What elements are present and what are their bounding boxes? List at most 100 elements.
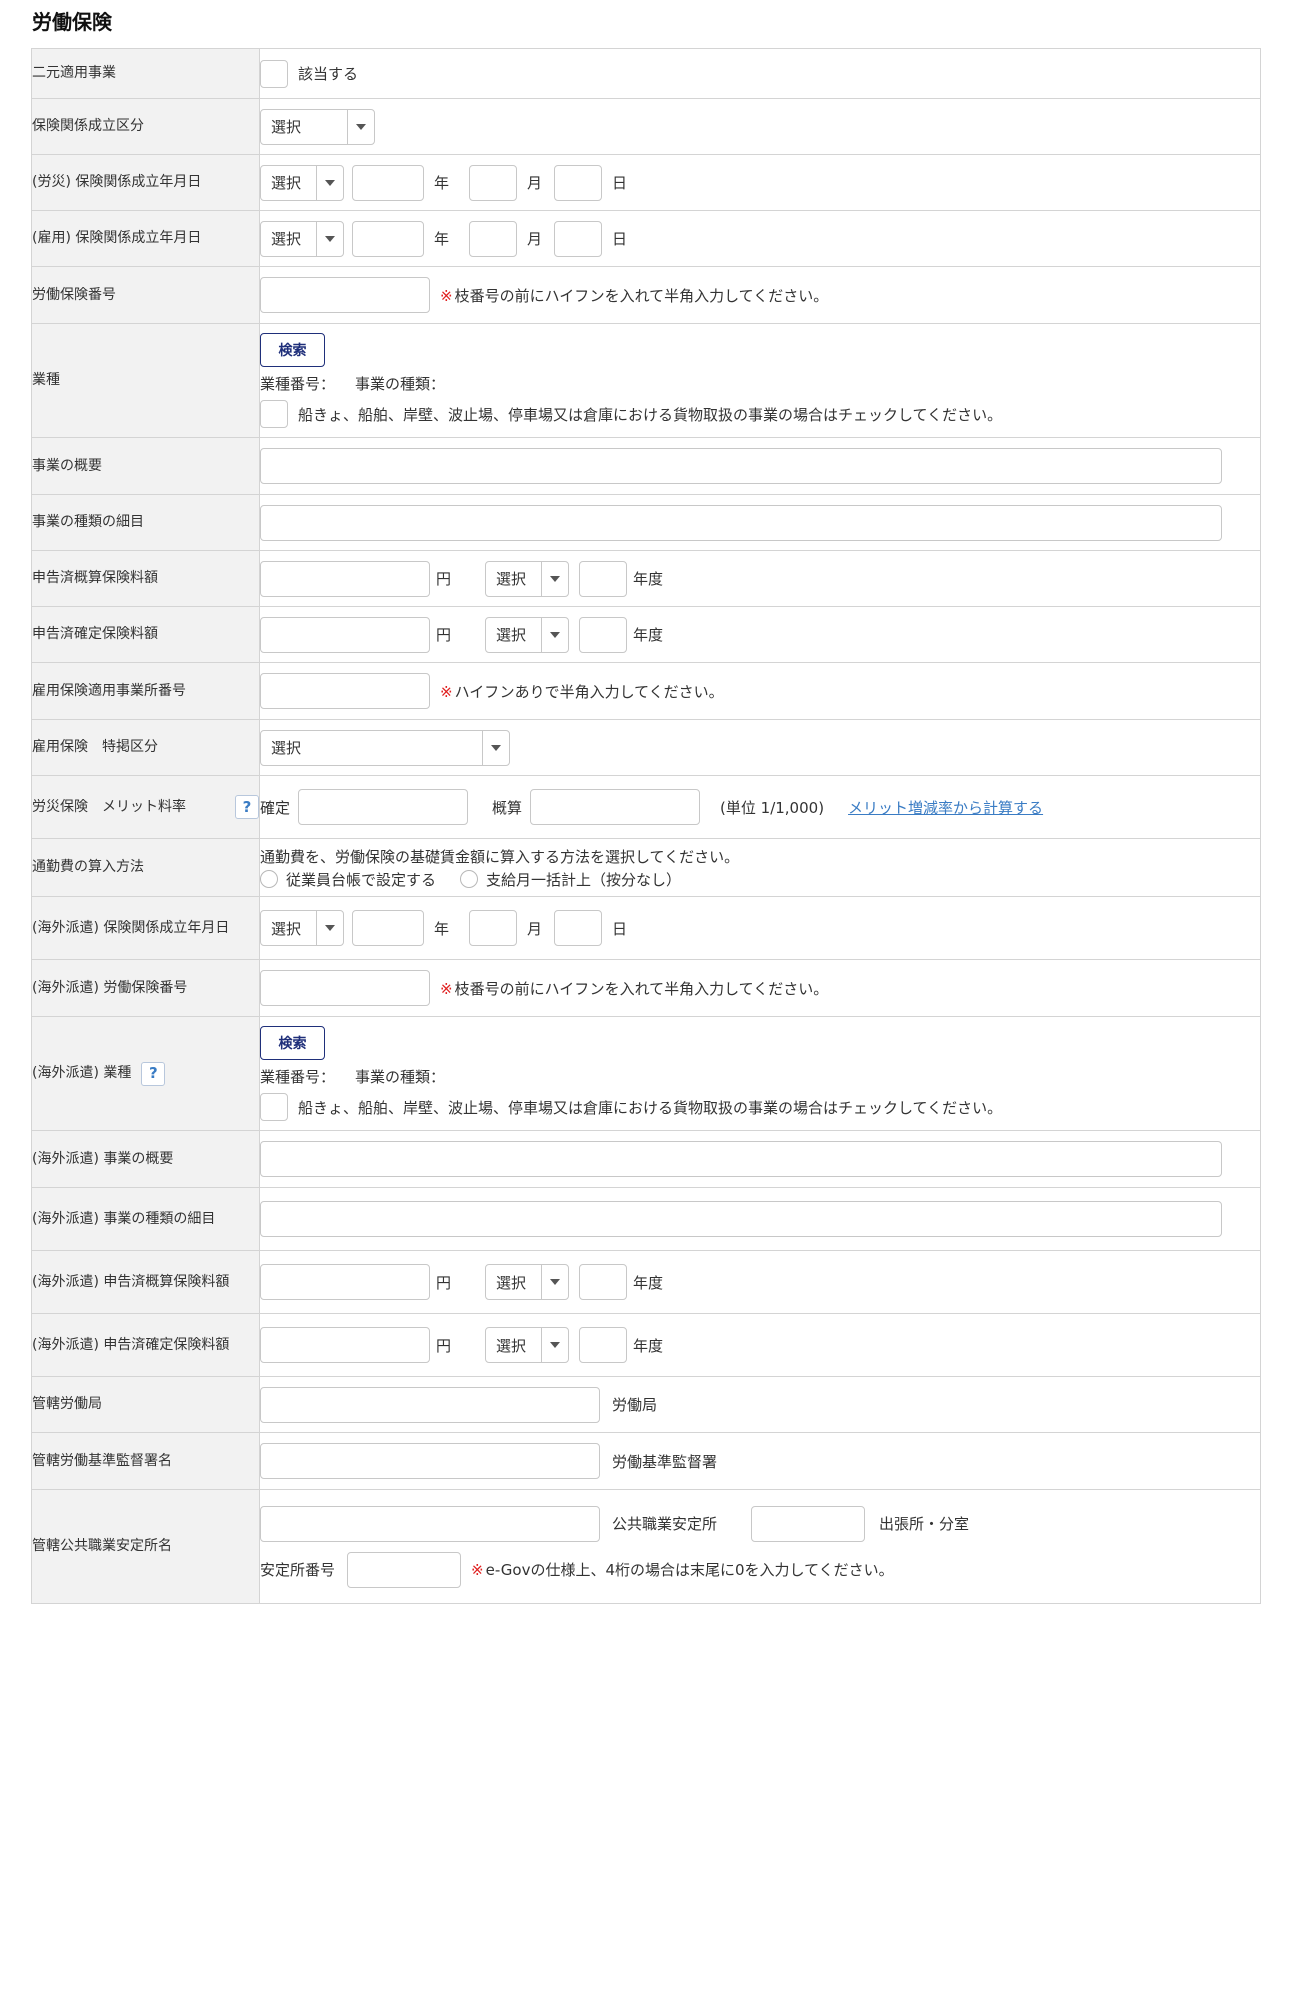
merit-unit: (単位 1/1,000): [720, 798, 825, 817]
business-kind-detail-input[interactable]: [260, 504, 1222, 541]
abroad-confirmed-premium-era-select[interactable]: 選択: [485, 1327, 570, 1363]
chevron-down-icon: [482, 730, 509, 765]
row-label: (海外派遣) 保険関係成立年月日: [31, 896, 260, 960]
merit-estimated-label: 概算: [492, 798, 523, 817]
abroad-labor-insurance-number-input[interactable]: [260, 970, 430, 1006]
row-establishment-class: 保険関係成立区分 選択: [31, 98, 1261, 155]
abroad-cargo-handling-checkbox-label: 船きょ、船舶、岸壁、波止場、停車場又は倉庫における貨物取扱の事業の場合はチェック…: [298, 1098, 1003, 1117]
help-icon[interactable]: ?: [141, 1061, 166, 1086]
month-unit: 月: [527, 174, 543, 192]
koyou-year-input[interactable]: [352, 220, 424, 257]
labor-bureau-input[interactable]: [260, 1386, 600, 1423]
row-label: 管轄公共職業安定所名: [31, 1489, 260, 1604]
yen-unit: 円: [436, 570, 452, 588]
year-unit: 年: [434, 919, 450, 938]
chevron-down-icon: [541, 617, 568, 652]
cargo-handling-checkbox[interactable]: [260, 400, 288, 428]
merit-confirmed-input[interactable]: [298, 789, 469, 825]
commute-option-ledger-radio[interactable]: [260, 870, 278, 888]
fiscal-year-unit: 年度: [633, 626, 664, 644]
help-icon[interactable]: ?: [235, 795, 259, 819]
office-number-input[interactable]: [347, 1551, 462, 1588]
abroad-day-input[interactable]: [554, 910, 603, 946]
row-label: 労災保険 メリット料率: [32, 798, 186, 815]
employment-security-office-input[interactable]: [260, 1505, 600, 1542]
abroad-confirmed-premium-input[interactable]: [260, 1327, 430, 1363]
business-kind-label: 事業の種類：: [355, 1068, 446, 1086]
confirmed-premium-year-input[interactable]: [579, 616, 628, 653]
row-labor-insurance-number: 労働保険番号 ※ 枝番号の前にハイフンを入れて半角入力してください。: [31, 266, 1261, 324]
merit-calc-link[interactable]: メリット増減率から計算する: [848, 797, 1043, 818]
row-label: (海外派遣) 労働保険番号: [31, 959, 260, 1017]
row-label: (海外派遣) 申告済概算保険料額: [31, 1250, 260, 1314]
row-confirmed-premium: 申告済確定保険料額 円 選択 年度: [31, 606, 1261, 663]
fiscal-year-unit: 年度: [633, 1273, 664, 1292]
koyou-day-input[interactable]: [554, 220, 603, 257]
labor-bureau-suffix: 労働局: [612, 1396, 658, 1414]
estimated-premium-input[interactable]: [260, 560, 430, 597]
industry-search-button[interactable]: 検索: [260, 333, 325, 367]
chevron-down-icon: [316, 911, 343, 945]
abroad-business-overview-input[interactable]: [260, 1141, 1222, 1177]
employment-security-office-suffix: 公共職業安定所: [612, 1515, 718, 1533]
commute-method-description: 通勤費を、労働保険の基礎賃金額に算入する方法を選択してください。: [260, 847, 740, 866]
abroad-estimated-premium-era-select[interactable]: 選択: [485, 1264, 570, 1300]
rousai-era-select[interactable]: 選択: [260, 164, 344, 201]
row-merit-rate: 労災保険 メリット料率 ? 確定 概算 (単位 1/1,000) メリット増減率…: [31, 775, 1261, 839]
estimated-premium-year-input[interactable]: [579, 560, 628, 597]
labor-inspection-office-input[interactable]: [260, 1443, 600, 1479]
abroad-confirmed-premium-year-input[interactable]: [579, 1327, 628, 1363]
row-label: 申告済確定保険料額: [31, 606, 260, 663]
estimated-premium-era-select[interactable]: 選択: [485, 560, 570, 597]
abroad-cargo-handling-checkbox[interactable]: [260, 1093, 288, 1121]
business-overview-input[interactable]: [260, 448, 1222, 484]
abroad-estimated-premium-year-input[interactable]: [579, 1264, 628, 1300]
yen-unit: 円: [436, 1273, 452, 1292]
abroad-year-input[interactable]: [352, 910, 424, 946]
row-abroad-labor-insurance-number: (海外派遣) 労働保険番号 ※ 枝番号の前にハイフンを入れて半角入力してください。: [31, 959, 1261, 1017]
row-rousai-establishment-date: (労災) 保険関係成立年月日 選択 年 月 日: [31, 154, 1261, 211]
labor-insurance-number-note: ※ 枝番号の前にハイフンを入れて半角入力してください。: [440, 286, 829, 305]
year-unit: 年: [434, 230, 450, 248]
merit-confirmed-label: 確定: [260, 798, 291, 817]
establishment-class-select[interactable]: 選択: [260, 108, 375, 145]
office-number-label: 安定所番号: [260, 1561, 336, 1579]
commute-option-lumpsum-radio[interactable]: [460, 870, 479, 888]
row-label: (雇用) 保険関係成立年月日: [31, 210, 260, 267]
commute-option-lumpsum-label: 支給月一括計上（按分なし）: [486, 870, 682, 889]
cargo-handling-checkbox-label: 船きょ、船舶、岸壁、波止場、停車場又は倉庫における貨物取扱の事業の場合はチェック…: [298, 405, 1003, 424]
chevron-down-icon: [316, 221, 343, 256]
row-abroad-estimated-premium: (海外派遣) 申告済概算保険料額 円 選択 年度: [31, 1250, 1261, 1314]
row-labor-inspection-office: 管轄労働基準監督署名 労働基準監督署: [31, 1432, 1261, 1490]
abroad-business-kind-detail-input[interactable]: [260, 1201, 1222, 1237]
labor-insurance-number-input[interactable]: [260, 277, 430, 313]
labor-insurance-page: 労働保険 二元適用事業 該当する 保険関係成立区分 選択 (労災) 保険関係成立…: [0, 0, 1290, 1995]
labor-insurance-form: 二元適用事業 該当する 保険関係成立区分 選択 (労災) 保険関係成立年月日 選…: [31, 48, 1261, 1604]
rousai-month-input[interactable]: [469, 164, 518, 201]
row-label: 事業の種類の細目: [31, 494, 260, 551]
dual-application-checkbox[interactable]: [260, 59, 288, 88]
koyou-month-input[interactable]: [469, 220, 518, 257]
row-employment-security-office: 管轄公共職業安定所名 公共職業安定所 出張所・分室 安定所番号 ※ e-Govの仕…: [31, 1489, 1261, 1604]
employment-office-number-note: ※ ハイフンありで半角入力してください。: [440, 682, 724, 701]
confirmed-premium-era-select[interactable]: 選択: [485, 616, 570, 653]
employment-special-class-select[interactable]: 選択: [260, 729, 510, 766]
merit-estimated-input[interactable]: [530, 789, 701, 825]
confirmed-premium-input[interactable]: [260, 616, 430, 653]
rousai-day-input[interactable]: [554, 164, 603, 201]
branch-office-input[interactable]: [751, 1505, 866, 1542]
abroad-era-select[interactable]: 選択: [260, 910, 344, 946]
abroad-estimated-premium-input[interactable]: [260, 1264, 430, 1300]
row-dual-application: 二元適用事業 該当する: [31, 48, 1261, 99]
employment-office-number-input[interactable]: [260, 673, 430, 709]
rousai-year-input[interactable]: [352, 164, 424, 201]
office-number-note: ※ e-Govの仕様上、4桁の場合は末尾に0を入力してください。: [471, 1561, 894, 1579]
row-abroad-business-kind-detail: (海外派遣) 事業の種類の細目: [31, 1187, 1261, 1251]
month-unit: 月: [527, 230, 543, 248]
day-unit: 日: [612, 230, 628, 248]
row-labor-bureau: 管轄労働局 労働局: [31, 1376, 1261, 1433]
chevron-down-icon: [316, 165, 343, 200]
abroad-industry-search-button[interactable]: 検索: [260, 1026, 325, 1060]
abroad-month-input[interactable]: [469, 910, 518, 946]
koyou-era-select[interactable]: 選択: [260, 220, 344, 257]
